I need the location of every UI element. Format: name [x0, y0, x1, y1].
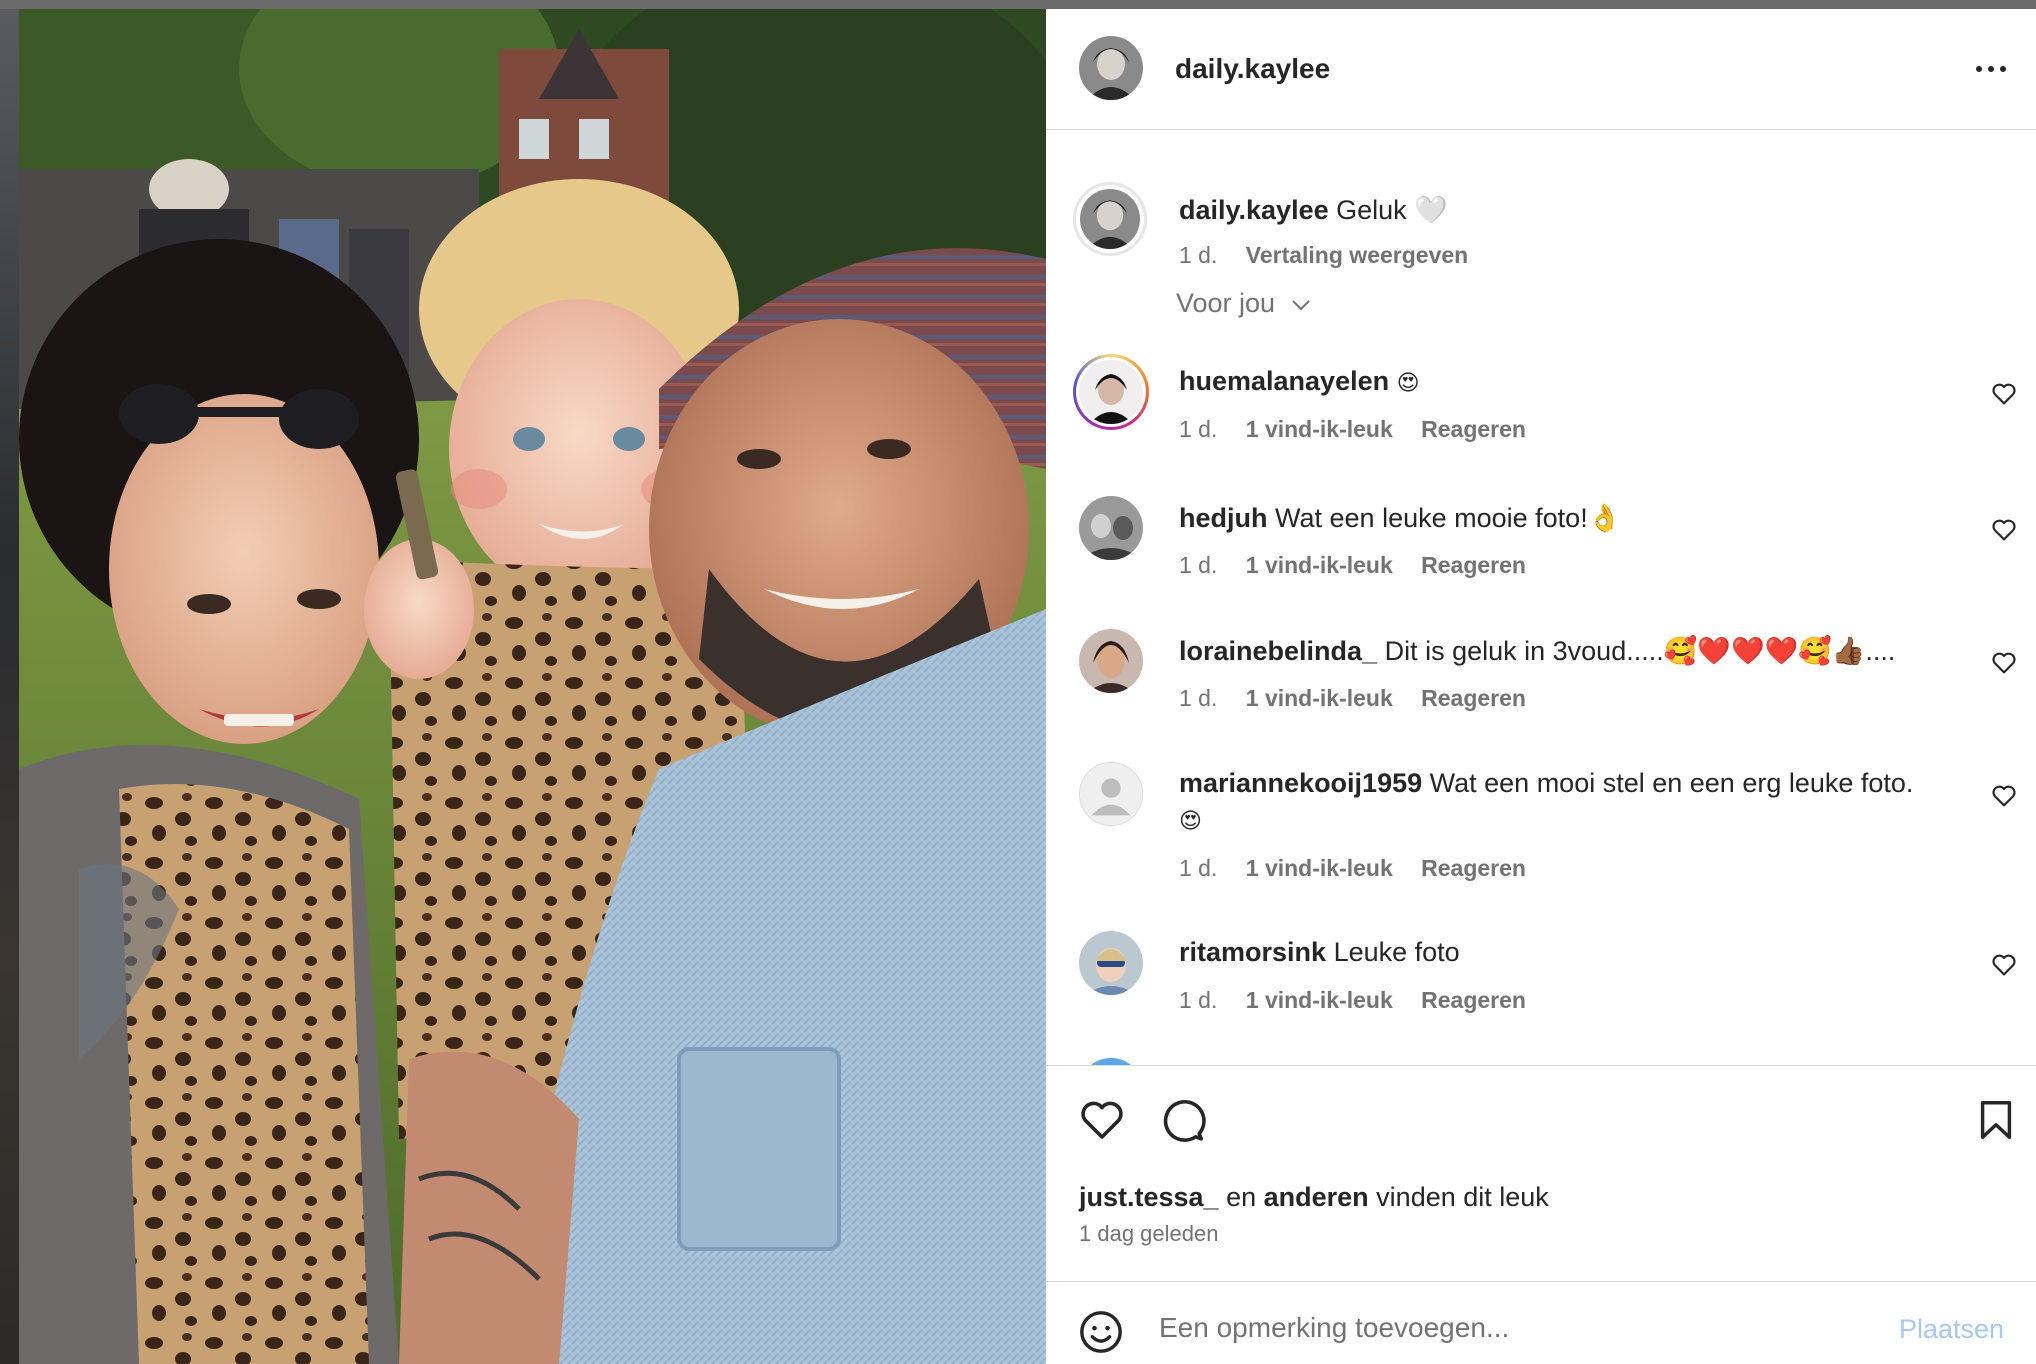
- comment-like-heart-icon[interactable]: [1990, 380, 2018, 408]
- comment-avatar[interactable]: [1079, 931, 1143, 995]
- comment-text: Dit is geluk in 3voud.....🥰❤️❤️❤️🥰👍🏾....: [1384, 636, 1896, 666]
- comment-time: 1 d.: [1179, 416, 1218, 442]
- comment-time: 1 d.: [1179, 987, 1218, 1013]
- comment-like-heart-icon[interactable]: [1990, 951, 2018, 979]
- comment-text-continued: 😍: [1179, 809, 1202, 834]
- post-timestamp: 1 dag geleden: [1079, 1221, 1219, 1246]
- caption-text-line: daily.kaylee Geluk 🤍: [1179, 194, 1448, 226]
- translate-link[interactable]: Vertaling weergeven: [1246, 242, 1468, 268]
- reply-button[interactable]: Reageren: [1421, 552, 1526, 578]
- post-caption: daily.kaylee Geluk 🤍 1 d. Vertaling weer…: [1046, 158, 2036, 278]
- comment-username[interactable]: mariannekooij1959: [1179, 768, 1422, 798]
- caption-username[interactable]: daily.kaylee: [1179, 195, 1329, 225]
- post-comment-button[interactable]: Plaatsen: [1899, 1314, 2004, 1345]
- caption-avatar[interactable]: [1073, 182, 1147, 256]
- comment-avatar[interactable]: [1079, 496, 1143, 560]
- caption-text: Geluk 🤍: [1336, 195, 1448, 225]
- likes-others-link[interactable]: anderen: [1264, 1182, 1369, 1212]
- more-options-icon[interactable]: [1966, 51, 2016, 87]
- comment-username[interactable]: hedjuh: [1179, 503, 1268, 533]
- post-header: daily.kaylee: [1046, 9, 2036, 130]
- reply-button[interactable]: Reageren: [1421, 685, 1526, 711]
- save-bookmark-icon[interactable]: [1973, 1096, 2019, 1144]
- comment-likes[interactable]: 1 vind-ik-leuk: [1246, 416, 1393, 442]
- caption-time: 1 d.: [1179, 242, 1218, 268]
- comment-text: 😍: [1396, 371, 1420, 396]
- add-comment-bar: Plaatsen: [1046, 1281, 2036, 1364]
- comment-text: Wat een leuke mooie foto!👌: [1275, 503, 1622, 533]
- liker-username[interactable]: just.tessa_: [1079, 1182, 1219, 1212]
- comment-input[interactable]: [1159, 1302, 1859, 1354]
- caption-meta: 1 d. Vertaling weergeven: [1179, 242, 1490, 269]
- likes-connector: en: [1218, 1182, 1264, 1212]
- comments-list[interactable]: daily.kaylee Geluk 🤍 1 d. Vertaling weer…: [1046, 131, 2036, 1065]
- comment-avatar-default[interactable]: [1079, 762, 1143, 826]
- smiley-icon[interactable]: [1078, 1309, 1124, 1355]
- comment-avatar[interactable]: [1079, 629, 1143, 693]
- post-actions: just.tessa_ en anderen vinden dit leuk 1…: [1046, 1065, 2036, 1281]
- chevron-down-icon: [1291, 300, 1310, 311]
- author-avatar[interactable]: [1079, 36, 1143, 100]
- comment-like-heart-icon[interactable]: [1990, 516, 2018, 544]
- for-you-filter[interactable]: Voor jou: [1176, 288, 1313, 319]
- comment-username[interactable]: ritamorsink: [1179, 937, 1326, 967]
- comment-text: Wat een mooi stel en een erg leuke foto.: [1429, 768, 1914, 798]
- comment-username[interactable]: lorainebelinda_: [1179, 636, 1377, 666]
- backdrop-left-strip: [0, 9, 19, 1364]
- reply-button[interactable]: Reageren: [1421, 987, 1526, 1013]
- likes-suffix: vinden dit leuk: [1368, 1182, 1549, 1212]
- like-heart-icon[interactable]: [1078, 1096, 1126, 1144]
- comment-likes[interactable]: 1 vind-ik-leuk: [1246, 855, 1393, 881]
- backdrop-top-strip: [0, 0, 2036, 9]
- reply-button[interactable]: Reageren: [1421, 855, 1526, 881]
- comment-username[interactable]: huemalanayelen: [1179, 366, 1389, 396]
- likes-summary: just.tessa_ en anderen vinden dit leuk: [1079, 1182, 1549, 1213]
- comment-avatar[interactable]: [1079, 1058, 1143, 1065]
- comment-time: 1 d.: [1179, 685, 1218, 711]
- comment-text: Leuke foto: [1333, 937, 1460, 967]
- reply-button[interactable]: Reageren: [1421, 416, 1526, 442]
- post-detail-panel: daily.kaylee daily.kaylee Geluk 🤍 1 d. V…: [1046, 9, 2036, 1364]
- comment-bubble-icon[interactable]: [1158, 1096, 1206, 1144]
- comment-likes[interactable]: 1 vind-ik-leuk: [1246, 987, 1393, 1013]
- post-photo: [19, 9, 1046, 1364]
- comment-likes[interactable]: 1 vind-ik-leuk: [1246, 552, 1393, 578]
- comment-avatar-story-ring[interactable]: [1073, 354, 1149, 430]
- comment-like-heart-icon[interactable]: [1990, 782, 2018, 810]
- comment-time: 1 d.: [1179, 552, 1218, 578]
- for-you-label: Voor jou: [1176, 288, 1276, 318]
- comment-likes[interactable]: 1 vind-ik-leuk: [1246, 685, 1393, 711]
- comment-time: 1 d.: [1179, 855, 1218, 881]
- author-username[interactable]: daily.kaylee: [1175, 53, 1330, 85]
- comment-like-heart-icon[interactable]: [1990, 649, 2018, 677]
